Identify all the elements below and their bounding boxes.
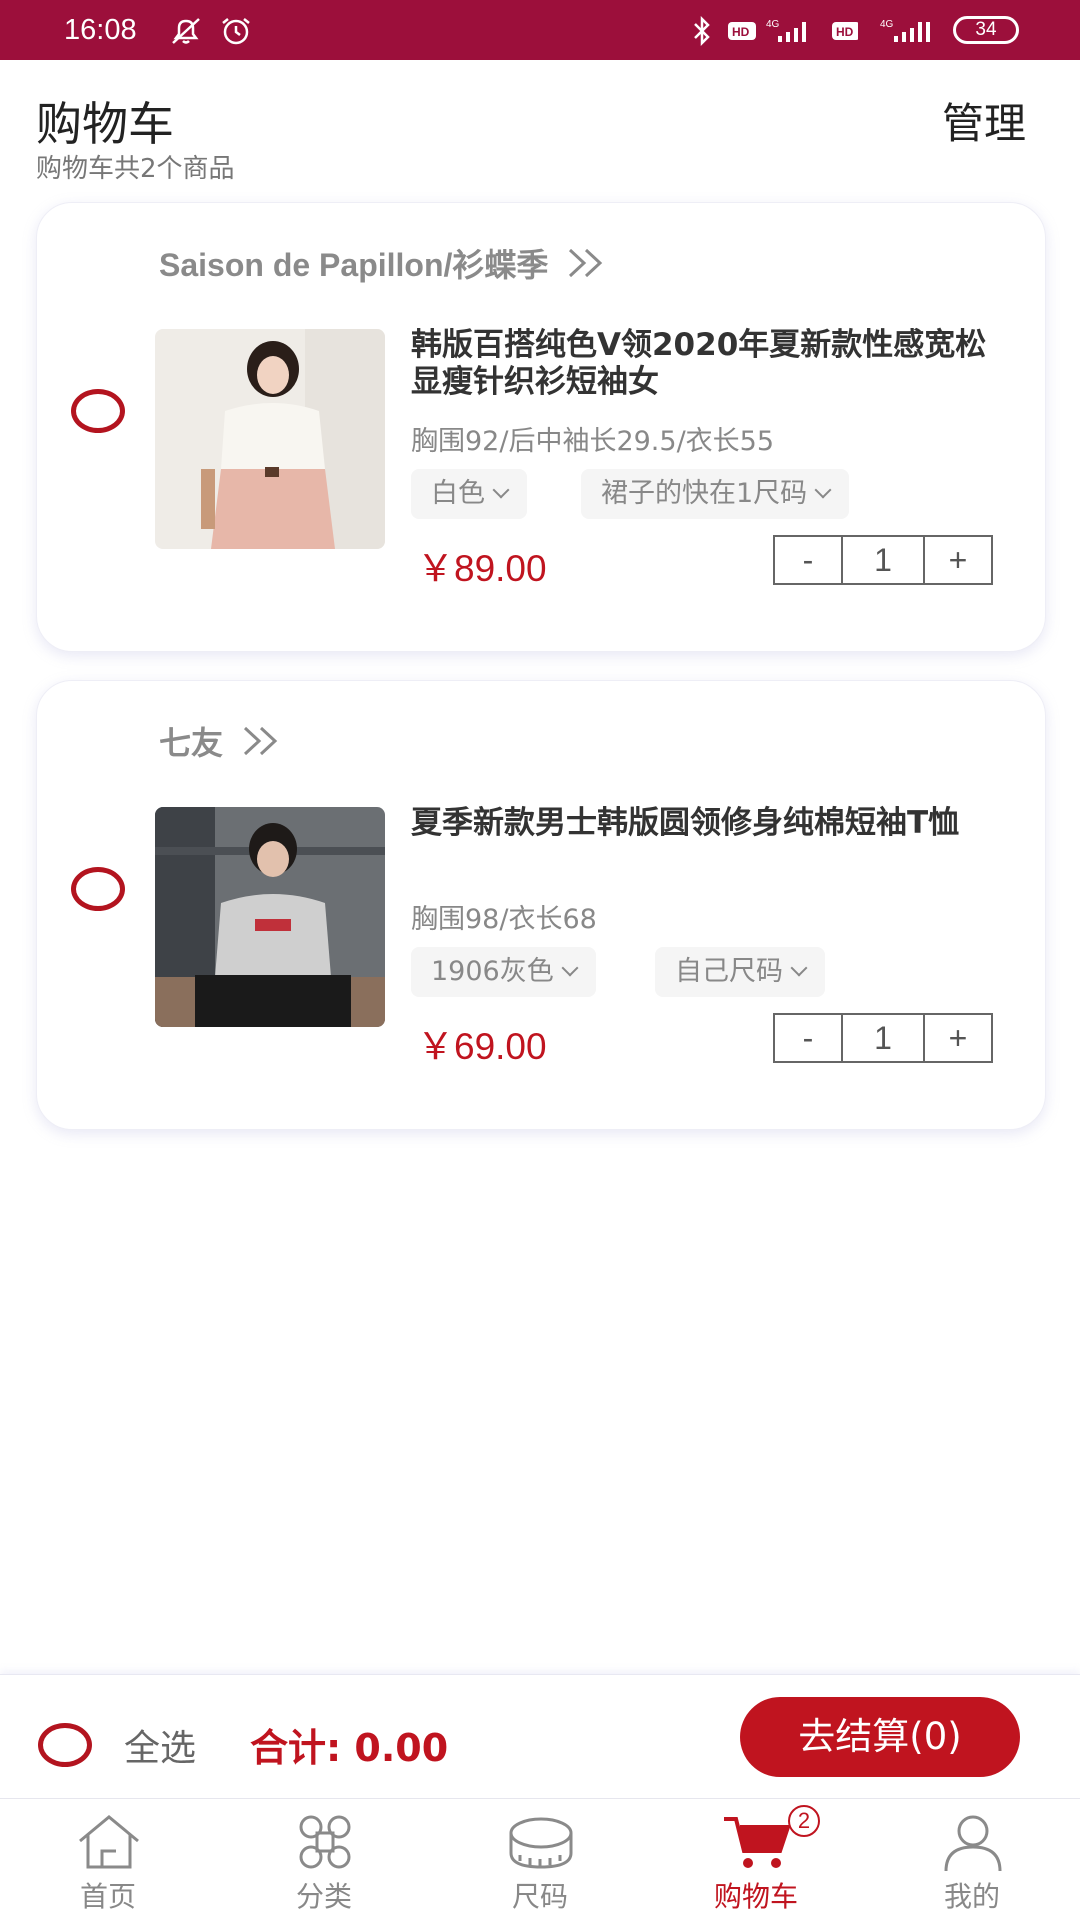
checkout-button[interactable]: 去结算(0) — [740, 1697, 1020, 1777]
cart-item-card: 七友 夏季新款男士韩版圆领修身纯棉短袖T恤 胸围98/衣长68 1906灰色 自… — [36, 680, 1046, 1130]
tab-label: 首页 — [79, 1880, 136, 1913]
chevron-down-icon — [492, 481, 510, 499]
profile-icon — [944, 1815, 1002, 1872]
svg-text:HD: HD — [732, 25, 750, 39]
size-option-value: 裙子的快在1尺码 — [601, 478, 808, 509]
item-select-radio[interactable] — [71, 389, 125, 433]
tab-size[interactable]: 尺码 — [432, 1799, 648, 1920]
color-option-dropdown[interactable]: 白色 — [411, 469, 527, 519]
double-chevron-right-icon — [243, 726, 278, 756]
item-select-radio[interactable] — [71, 867, 125, 911]
battery-icon: 34 — [953, 16, 1019, 44]
tab-cart[interactable]: 2 购物车 — [648, 1799, 864, 1920]
quantity-value[interactable]: 1 — [843, 537, 925, 583]
tab-label: 购物车 — [713, 1880, 798, 1913]
cart-badge: 2 — [788, 1805, 820, 1837]
svg-text:HD: HD — [836, 25, 854, 39]
shop-link[interactable]: Saison de Papillon/衫蝶季 — [159, 241, 606, 285]
tab-label: 我的 — [943, 1880, 1000, 1913]
signal-4g-icon: 4G — [880, 19, 930, 42]
svg-text:4G: 4G — [766, 19, 780, 30]
double-chevron-right-icon — [569, 248, 603, 278]
chevron-down-icon — [790, 959, 808, 977]
size-option-value: 自己尺码 — [675, 956, 783, 987]
chevron-down-icon — [561, 959, 579, 977]
alarm-icon — [222, 18, 250, 45]
color-option-value: 白色 — [431, 478, 485, 509]
shop-name: Saison de Papillon/衫蝶季 — [159, 247, 549, 283]
cart-count-subtitle: 购物车共2个商品 — [36, 154, 235, 184]
status-bar: 16:08 HD 4G HD 4G 34 — [0, 0, 1080, 60]
select-all-label[interactable]: 全选 — [124, 1719, 196, 1771]
notifications-off-icon — [172, 18, 200, 44]
product-spec: 胸围92/后中袖长29.5/衣长55 — [411, 426, 775, 457]
quantity-stepper: - 1 + — [773, 1013, 993, 1063]
product-image[interactable] — [155, 807, 385, 1027]
bluetooth-icon — [694, 16, 710, 46]
manage-button[interactable]: 管理 — [942, 90, 1026, 151]
product-price: ￥89.00 — [417, 548, 547, 589]
tab-category[interactable]: 分类 — [216, 1799, 432, 1920]
product-spec: 胸围98/衣长68 — [411, 904, 597, 935]
svg-text:4G: 4G — [880, 19, 894, 30]
decrease-quantity-button[interactable]: - — [775, 537, 843, 583]
tab-profile[interactable]: 我的 — [864, 1799, 1080, 1920]
signal-hd-4g-icon: HD 4G HD — [728, 19, 858, 42]
tab-label: 分类 — [295, 1880, 352, 1913]
tape-measure-icon — [509, 1817, 573, 1869]
home-icon — [79, 1815, 139, 1869]
shop-link[interactable]: 七友 — [159, 719, 281, 763]
increase-quantity-button[interactable]: + — [925, 1015, 991, 1061]
color-option-dropdown[interactable]: 1906灰色 — [411, 947, 596, 997]
tab-label: 尺码 — [511, 1880, 568, 1913]
chevron-down-icon — [814, 481, 832, 499]
select-all-radio[interactable] — [38, 1723, 92, 1767]
size-option-dropdown[interactable]: 裙子的快在1尺码 — [581, 469, 850, 519]
bottom-tab-bar: 首页 分类 尺码 2 购物车 我的 — [0, 1798, 1080, 1920]
quantity-value[interactable]: 1 — [843, 1015, 925, 1061]
color-option-value: 1906灰色 — [431, 956, 554, 987]
tab-home[interactable]: 首页 — [0, 1799, 216, 1920]
cart-icon — [724, 1817, 791, 1868]
cart-item-card: Saison de Papillon/衫蝶季 韩版百搭纯色V领2020年夏新款性… — [36, 202, 1046, 652]
shop-name: 七友 — [159, 725, 224, 761]
category-icon — [299, 1815, 351, 1869]
product-title[interactable]: 韩版百搭纯色V领2020年夏新款性感宽松显瘦针织衫短袖女 — [411, 327, 1001, 401]
product-price: ￥69.00 — [417, 1026, 547, 1067]
total-amount: 合计: 0.00 — [250, 1726, 449, 1770]
decrease-quantity-button[interactable]: - — [775, 1015, 843, 1061]
checkout-bar: 全选 合计: 0.00 去结算(0) — [0, 1674, 1080, 1798]
size-option-dropdown[interactable]: 自己尺码 — [655, 947, 825, 997]
status-time: 16:08 — [64, 14, 137, 46]
product-image[interactable] — [155, 329, 385, 549]
increase-quantity-button[interactable]: + — [925, 537, 991, 583]
page-title: 购物车 — [36, 97, 174, 151]
product-title[interactable]: 夏季新款男士韩版圆领修身纯棉短袖T恤 — [411, 805, 1001, 842]
quantity-stepper: - 1 + — [773, 535, 993, 585]
